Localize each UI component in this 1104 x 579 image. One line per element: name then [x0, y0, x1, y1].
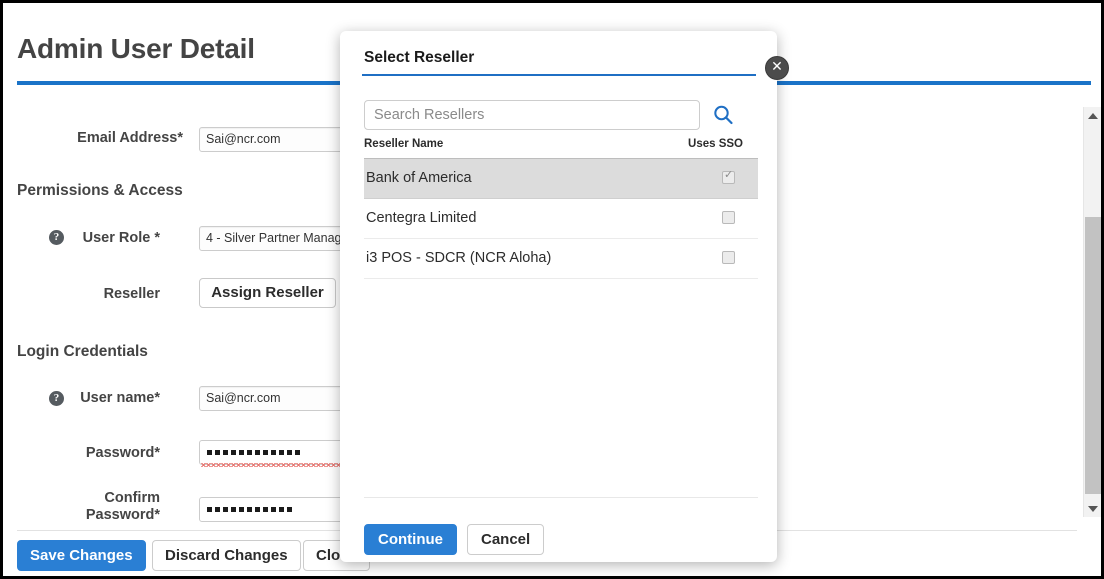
password-dot: [215, 507, 220, 512]
username-label: User name*: [80, 390, 160, 406]
scrollbar-thumb[interactable]: [1085, 217, 1101, 494]
password-dot: [223, 450, 228, 455]
password-dot: [279, 507, 284, 512]
select-reseller-modal: Select Reseller ✕ Search Resellers Resel…: [340, 31, 789, 562]
password-dot: [223, 507, 228, 512]
reseller-table-body: Bank of America Centegra Limited i3 POS - …: [364, 159, 758, 469]
reseller-table-header: Reseller Name Uses SSO: [364, 138, 758, 159]
password-dot: [287, 507, 292, 512]
discard-changes-button[interactable]: Discard Changes: [152, 540, 301, 571]
table-row[interactable]: i3 POS - SDCR (NCR Aloha): [364, 239, 758, 279]
search-icon[interactable]: [712, 104, 734, 126]
login-credentials-heading: Login Credentials: [17, 343, 148, 360]
save-changes-button[interactable]: Save Changes: [17, 540, 146, 571]
uses-sso-checkbox[interactable]: [722, 251, 735, 264]
reseller-name-cell: i3 POS - SDCR (NCR Aloha): [366, 250, 552, 266]
password-dot: [247, 507, 252, 512]
password-dot: [255, 450, 260, 455]
password-dot: [263, 450, 268, 455]
close-icon[interactable]: ✕: [765, 56, 789, 80]
password-dot: [207, 450, 212, 455]
password-dot: [231, 507, 236, 512]
caret-down-icon: [1087, 505, 1098, 512]
scroll-down-button[interactable]: [1084, 500, 1101, 517]
reseller-name-cell: Centegra Limited: [366, 210, 477, 226]
password-label: Password*: [85, 445, 160, 461]
modal-title-divider: [362, 74, 756, 76]
password-dot: [247, 450, 252, 455]
reseller-name-cell: Bank of America: [366, 170, 472, 186]
password-dot: [271, 507, 276, 512]
page-scrollbar[interactable]: [1083, 107, 1101, 517]
password-dot: [287, 450, 292, 455]
password-dot: [239, 450, 244, 455]
password-dot: [215, 450, 220, 455]
table-row[interactable]: Bank of America: [364, 159, 758, 199]
reseller-label: Reseller: [103, 286, 160, 302]
continue-button[interactable]: Continue: [364, 524, 457, 555]
cancel-button[interactable]: Cancel: [467, 524, 545, 555]
caret-up-icon: [1087, 112, 1098, 119]
assign-reseller-button[interactable]: Assign Reseller: [199, 278, 336, 308]
column-header-reseller-name: Reseller Name: [364, 138, 444, 150]
modal-footer-divider: [364, 497, 758, 498]
modal-title: Select Reseller: [364, 49, 475, 66]
password-dot: [279, 450, 284, 455]
password-dot: [255, 507, 260, 512]
permissions-section-heading: Permissions & Access: [17, 182, 183, 199]
confirm-password-label-line1: Confirm: [104, 490, 160, 506]
confirm-password-label-line2: Password*: [85, 507, 160, 523]
email-address-label: Email Address*: [77, 130, 183, 146]
password-dot: [231, 450, 236, 455]
screenshot-root: Admin User Detail Email Address* Sai@ncr…: [0, 0, 1104, 579]
column-header-uses-sso: Uses SSO: [688, 138, 743, 150]
password-dot: [263, 507, 268, 512]
password-dot: [271, 450, 276, 455]
search-input[interactable]: Search Resellers: [364, 100, 700, 130]
password-dot: [207, 507, 212, 512]
uses-sso-checkbox[interactable]: [722, 211, 735, 224]
password-dot: [239, 507, 244, 512]
user-role-label: User Role *: [82, 230, 160, 246]
table-row[interactable]: Centegra Limited: [364, 199, 758, 239]
page-title: Admin User Detail: [17, 33, 255, 64]
scroll-up-button[interactable]: [1084, 107, 1101, 124]
password-dot: [295, 450, 300, 455]
uses-sso-checkbox[interactable]: [722, 169, 735, 184]
